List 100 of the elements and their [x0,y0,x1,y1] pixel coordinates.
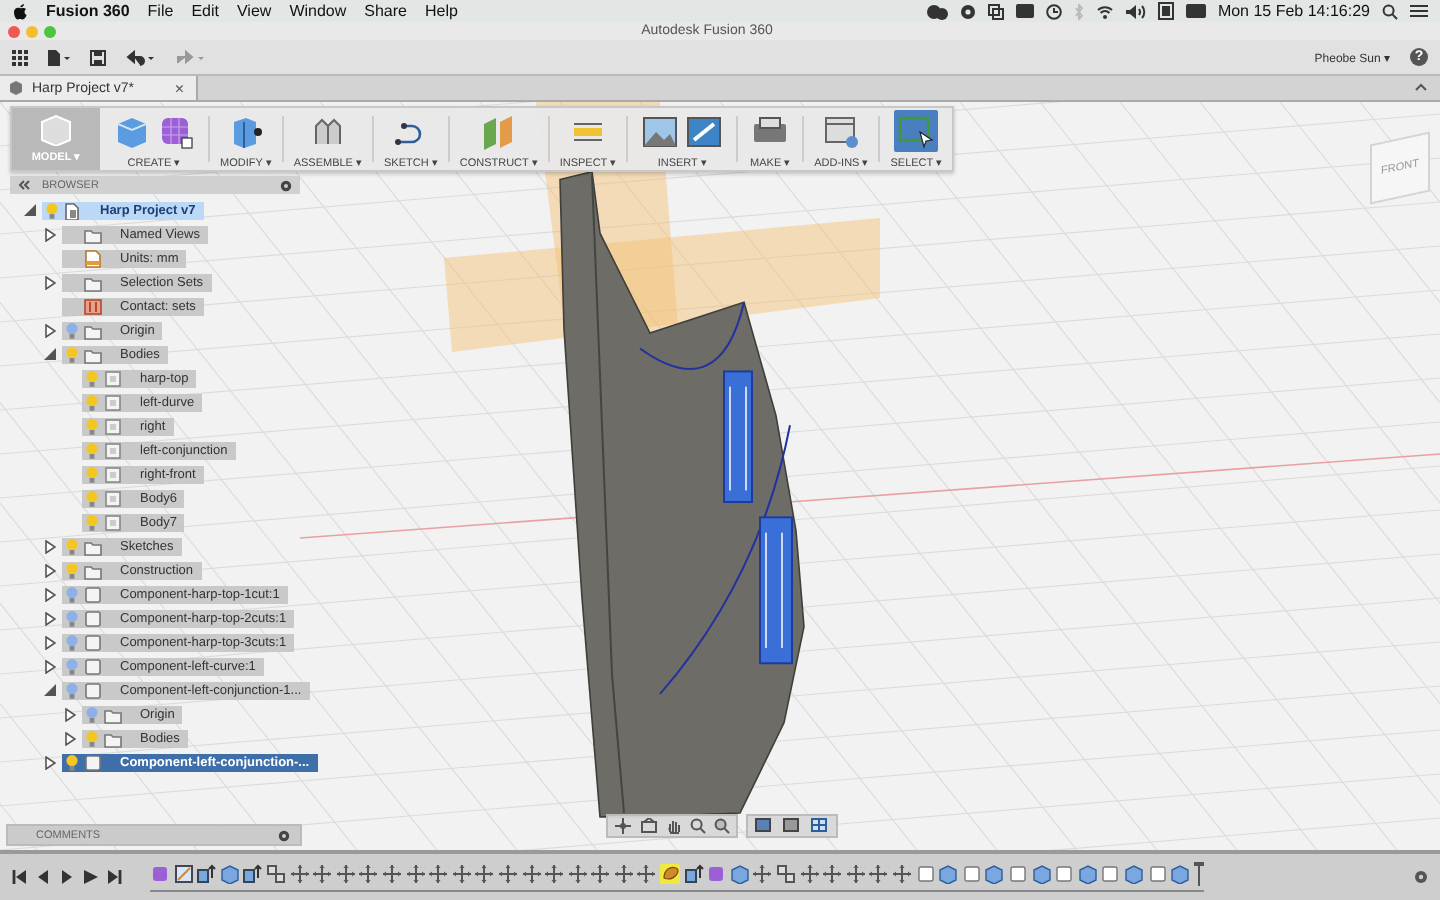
move-feature-icon[interactable] [752,864,773,884]
box-feature-icon[interactable] [1123,864,1144,884]
move-feature-icon[interactable] [405,864,426,884]
component-feature-icon[interactable] [1007,864,1028,884]
joint-feature-icon[interactable] [776,864,797,884]
gear-icon[interactable] [959,3,976,19]
search-icon[interactable] [1382,3,1398,19]
step-forward-icon[interactable] [60,870,74,884]
lightbulb-icon[interactable] [66,657,78,675]
box-feature-icon[interactable] [1077,864,1098,884]
box-feature-icon[interactable] [729,864,750,884]
menu-item[interactable]: View [236,2,272,20]
file-icon[interactable] [48,49,70,65]
move-feature-icon[interactable] [822,864,843,884]
save-icon[interactable] [90,49,106,65]
look-at-icon[interactable] [640,818,658,834]
pan-icon[interactable] [666,818,682,834]
extrude-feature-icon[interactable] [683,864,704,884]
collapse-panel-icon[interactable] [18,180,30,190]
fit-icon[interactable] [714,818,730,834]
menu-item[interactable]: File [147,2,174,20]
expand-icon[interactable] [64,731,76,745]
undo-icon[interactable] [126,49,156,65]
lightbulb-icon[interactable] [66,561,78,579]
joint-feature-icon[interactable] [265,864,286,884]
timeline-marker-icon[interactable] [1193,862,1204,886]
move-feature-icon[interactable] [312,864,333,884]
wifi-icon[interactable] [1095,3,1114,19]
component-feature-icon[interactable] [961,864,982,884]
zoom-icon[interactable] [690,818,706,834]
lightbulb-icon[interactable] [66,321,78,339]
lightbulb-icon[interactable] [86,705,98,723]
play-icon[interactable] [84,870,98,884]
lightbulb-icon[interactable] [86,369,98,387]
step-back-icon[interactable] [36,870,50,884]
skip-end-icon[interactable] [108,870,122,884]
display-mode-icon[interactable] [754,818,774,834]
move-feature-icon[interactable] [358,864,379,884]
expand-icon[interactable] [44,635,56,649]
battery-icon[interactable] [1157,2,1174,20]
menu-item[interactable]: Help [425,2,458,20]
move-feature-icon[interactable] [590,864,611,884]
lightbulb-icon[interactable] [86,489,98,507]
close-tab-button[interactable]: × [174,79,184,97]
lightbulb-icon[interactable] [86,393,98,411]
expand-icon[interactable] [44,563,56,577]
volume-icon[interactable] [1125,3,1146,19]
move-feature-icon[interactable] [544,864,565,884]
move-feature-icon[interactable] [428,864,449,884]
box-feature-icon[interactable] [1170,864,1191,884]
lightbulb-icon[interactable] [66,537,78,555]
box-feature-icon[interactable] [984,864,1005,884]
expand-icon[interactable] [44,539,56,553]
chat-icon[interactable] [925,3,948,19]
box-feature-icon[interactable] [938,864,959,884]
move-feature-icon[interactable] [289,864,310,884]
settings-icon[interactable] [1414,870,1428,884]
menu-item[interactable]: Edit [191,2,219,20]
lightbulb-icon[interactable] [86,465,98,483]
sketch-feature-icon[interactable] [173,864,194,884]
move-feature-icon[interactable] [799,864,820,884]
extrude-feature-icon[interactable] [196,864,217,884]
settings-icon[interactable] [280,179,292,191]
move-feature-icon[interactable] [567,864,588,884]
lightbulb-icon[interactable] [66,585,78,603]
form-feature-icon[interactable] [660,864,681,884]
box-feature-icon[interactable] [219,864,240,884]
component-feature-icon[interactable] [1147,864,1168,884]
display-icon[interactable] [1015,4,1034,18]
keyboard-icon[interactable] [1185,4,1206,18]
apps-grid-icon[interactable] [12,49,28,65]
menu-item[interactable]: Window [289,2,347,20]
move-feature-icon[interactable] [845,864,866,884]
lightbulb-icon[interactable] [86,729,98,747]
move-feature-icon[interactable] [381,864,402,884]
lightbulb-icon[interactable] [66,633,78,651]
extrude-feature-icon[interactable] [242,864,263,884]
lightbulb-icon[interactable] [86,441,98,459]
lightbulb-icon[interactable] [86,513,98,531]
expand-icon[interactable] [44,755,56,769]
orbit-icon[interactable] [614,818,632,834]
expand-icon[interactable] [44,587,56,601]
move-feature-icon[interactable] [613,864,634,884]
expanded-icon[interactable] [44,684,56,696]
lightbulb-icon[interactable] [66,681,78,699]
app-menu[interactable]: Fusion 360 [46,2,130,20]
box-feature-icon[interactable] [1031,864,1052,884]
menu-icon[interactable] [1410,4,1428,18]
grid-icon[interactable] [810,818,830,834]
move-feature-icon[interactable] [497,864,518,884]
lightbulb-icon[interactable] [46,201,58,219]
lightbulb-icon[interactable] [86,417,98,435]
windows-icon[interactable] [987,3,1004,19]
lightbulb-icon[interactable] [66,345,78,363]
component-feature-icon[interactable] [1054,864,1075,884]
expand-icon[interactable] [44,227,56,241]
visual-style-icon[interactable] [782,818,802,834]
lightbulb-icon[interactable] [66,609,78,627]
move-feature-icon[interactable] [521,864,541,884]
expanded-icon[interactable] [24,204,36,216]
